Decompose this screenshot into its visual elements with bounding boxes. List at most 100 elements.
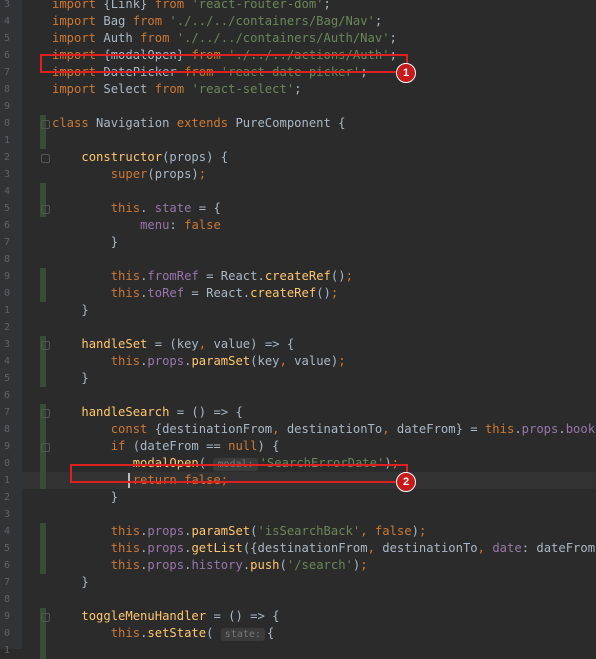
code-token: ;	[323, 0, 331, 11]
code-token: props	[147, 541, 185, 555]
line-number: 3	[3, 169, 10, 180]
code-line[interactable]: this.props.getList({destinationFrom, des…	[52, 540, 596, 557]
code-line[interactable]: import Select from 'react-select';	[52, 81, 302, 98]
code-line[interactable]: import Bag from './../../containers/Bag/…	[52, 13, 382, 30]
code-token: dateFrom} =	[389, 422, 485, 436]
code-token: from	[132, 14, 170, 28]
line-number: 9	[3, 441, 10, 452]
line-number: 8	[3, 84, 10, 95]
code-token: .	[558, 422, 566, 436]
code-token: getList	[191, 541, 243, 555]
line-number: 4	[3, 16, 10, 27]
code-token: ;	[338, 354, 346, 368]
line-number: 0	[3, 628, 10, 639]
line-number: 4	[3, 186, 10, 197]
code-token: paramSet	[191, 354, 251, 368]
code-token: fromRef	[147, 269, 199, 283]
code-token: setState	[147, 626, 207, 640]
fold-icon[interactable]	[41, 341, 50, 350]
code-token: }	[52, 490, 119, 504]
code-line[interactable]: constructor(props) {	[52, 149, 228, 166]
code-token: {destinationFrom	[154, 422, 273, 436]
code-line[interactable]: this.props.history.push('/search');	[52, 557, 368, 574]
code-line[interactable]: this.props.paramSet('isSearchBack', fals…	[52, 523, 427, 540]
line-number: 5	[3, 373, 10, 384]
code-token: import	[52, 82, 104, 96]
code-token: paramSet	[191, 524, 251, 538]
code-token: ({destinationFrom	[242, 541, 368, 555]
code-line[interactable]: handleSet = (key, value) => {	[52, 336, 294, 353]
code-line[interactable]: this.fromRef = React.createRef();	[52, 268, 353, 285]
code-line[interactable]: this. state = {	[52, 200, 221, 217]
line-number: 6	[3, 50, 10, 61]
code-line[interactable]: }	[52, 370, 88, 387]
line-number: 7	[3, 237, 10, 248]
code-token: }	[52, 235, 119, 249]
line-number: 3	[3, 0, 10, 10]
code-token: ;	[330, 286, 339, 300]
line-number-gutter: 3 4 5 6 7 8 9 0 1 2 3 4 5 6 7 8 9 0 1 2 3 4 5 6 7 8 9 0 1 2 3 4 5 6 7 8 9 0 1	[0, 0, 22, 656]
code-token: ;	[360, 558, 368, 572]
line-number: 6	[3, 560, 10, 571]
line-number: 3	[3, 509, 10, 520]
vcs-change-marker	[40, 523, 46, 574]
code-line[interactable]: this.props.paramSet(key, value);	[52, 353, 346, 370]
code-token: value)	[286, 354, 339, 368]
code-line[interactable]: this.setState( state:{	[52, 625, 274, 642]
line-number: 9	[3, 611, 10, 622]
code-token: .	[514, 422, 522, 436]
code-line[interactable]: }	[52, 302, 88, 319]
code-line[interactable]: import {Link} from 'react-router-dom';	[52, 0, 331, 13]
fold-icon[interactable]	[41, 409, 50, 418]
code-token: Bag	[103, 14, 133, 28]
code-line[interactable]: const {destinationFrom, destinationTo, d…	[52, 421, 596, 438]
code-token: null	[228, 439, 258, 453]
code-token: this	[484, 422, 515, 436]
code-line[interactable]: }	[52, 574, 88, 591]
code-line[interactable]: }	[52, 234, 118, 251]
code-line[interactable]: this.toRef = React.createRef();	[52, 285, 339, 302]
code-token: PureComponent {	[235, 116, 346, 130]
code-token: )	[411, 524, 419, 538]
line-number: 7	[3, 67, 10, 78]
code-token: date	[492, 541, 522, 555]
code-token: constructor	[81, 150, 163, 164]
code-line[interactable]: toggleMenuHandler = () => {	[52, 608, 279, 625]
code-token: props	[147, 524, 185, 538]
code-token: props	[147, 558, 185, 572]
code-line[interactable]: super(props);	[52, 166, 206, 183]
code-line[interactable]: if (dateFrom == null) {	[52, 438, 280, 455]
fold-icon[interactable]	[41, 205, 50, 214]
code-token: :	[169, 218, 185, 232]
code-token: ) {	[257, 439, 280, 453]
fold-icon[interactable]	[41, 120, 50, 129]
code-token: this	[110, 541, 141, 555]
fold-icon[interactable]	[41, 613, 50, 622]
code-token: = (key	[147, 337, 199, 351]
code-line[interactable]: }	[52, 489, 118, 506]
code-token: if	[110, 439, 133, 453]
code-line[interactable]: class Navigation extends PureComponent {	[52, 115, 346, 132]
code-line[interactable]: import Auth from './../../containers/Aut…	[52, 30, 397, 47]
code-token: {Link}	[103, 0, 155, 11]
fold-icon[interactable]	[41, 154, 50, 163]
code-token: 'react-router-dom'	[191, 0, 324, 11]
code-token: this	[110, 286, 141, 300]
fold-icon[interactable]	[41, 443, 50, 452]
code-token: false	[184, 218, 221, 232]
code-token: createRef	[264, 269, 331, 283]
code-token: handleSet	[81, 337, 148, 351]
code-token: ;	[345, 269, 353, 283]
code-token: ,	[477, 541, 485, 555]
code-token: (	[279, 558, 287, 572]
code-line[interactable]: handleSearch = () => {	[52, 404, 242, 421]
line-number: 8	[3, 254, 10, 265]
code-line[interactable]: menu: false	[52, 217, 221, 234]
